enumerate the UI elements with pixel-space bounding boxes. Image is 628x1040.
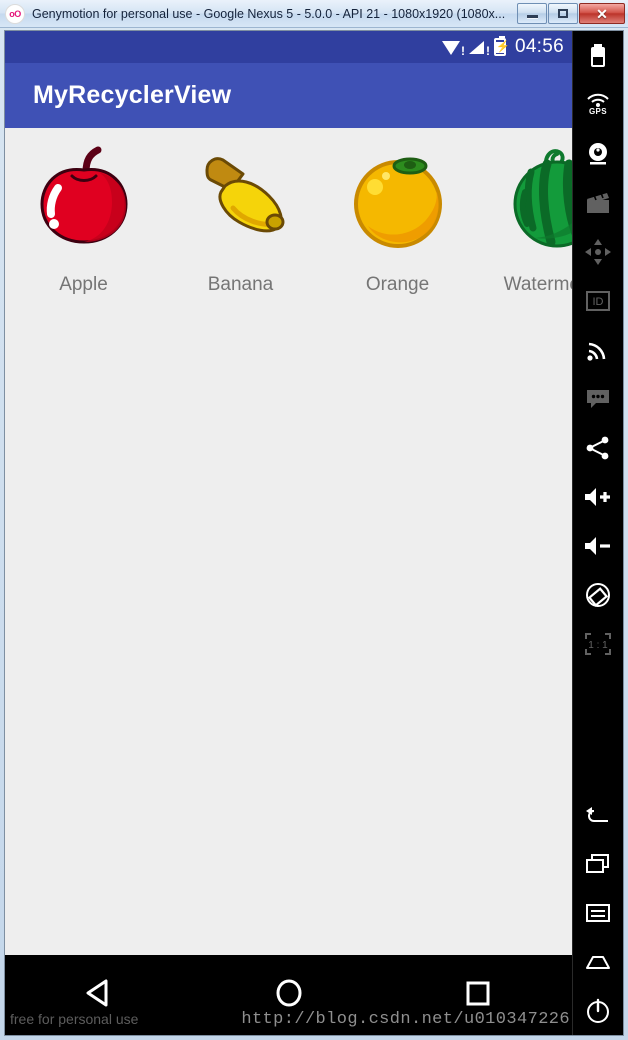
genymotion-logo-text: oO — [9, 8, 21, 19]
list-item-label: Banana — [207, 274, 274, 295]
apple-icon — [28, 142, 140, 254]
nav-back-button[interactable] — [83, 976, 117, 1015]
menu-icon — [586, 903, 610, 922]
toolbar-share-button[interactable] — [573, 423, 624, 472]
toolbar-gps-button[interactable]: GPS — [573, 80, 624, 129]
banana-icon — [185, 142, 297, 254]
back-icon — [586, 806, 608, 822]
list-item[interactable]: Watermelon — [476, 142, 572, 296]
toolbar-rotate-button[interactable] — [573, 570, 624, 619]
recents-icon — [466, 981, 489, 1005]
window-controls: ✕ — [516, 3, 625, 25]
network-icon — [587, 342, 606, 361]
maximize-icon — [558, 9, 568, 18]
recents-icon — [586, 853, 609, 873]
cell-signal-icon: ! — [468, 39, 490, 58]
wifi-alert-glyph: ! — [460, 43, 465, 58]
list-item-label: Orange — [365, 274, 430, 295]
video-clapper-icon — [587, 192, 609, 213]
toolbar-home-button[interactable] — [573, 937, 624, 986]
window-title: Genymotion for personal use - Google Nex… — [32, 6, 506, 21]
list-item[interactable]: Orange — [319, 142, 476, 296]
toolbar-battery-button[interactable] — [573, 31, 624, 80]
page-title: MyRecyclerView — [33, 81, 232, 109]
recycler-view[interactable]: Apple Banana Orange Waterm — [5, 128, 572, 923]
list-item-label: Apple — [59, 274, 108, 295]
wifi-icon: ! — [441, 39, 465, 58]
toolbar-power-button[interactable] — [573, 986, 624, 1035]
dpad-icon — [585, 238, 611, 265]
battery-charging-icon: ⚡ — [493, 36, 510, 56]
sms-icon — [587, 389, 609, 408]
maximize-button[interactable] — [548, 3, 578, 24]
device-screen[interactable]: ! ! ⚡ 04:56 MyRecyclerView Apple Banana … — [5, 31, 572, 1035]
webcam-icon — [589, 142, 607, 164]
toolbar-video-button[interactable] — [573, 178, 624, 227]
scale-one-to-one-icon: 1 : 1 — [585, 632, 611, 655]
watermark-url-text: http://blog.csdn.net/u010347226 — [241, 1010, 570, 1029]
toolbar-recents-button[interactable] — [573, 839, 624, 888]
list-item[interactable]: Apple — [5, 142, 162, 296]
list-item-label: Watermelon — [503, 274, 572, 295]
app-bar: MyRecyclerView — [5, 63, 572, 128]
toolbar-dpad-button[interactable] — [573, 227, 624, 276]
close-icon: ✕ — [596, 5, 608, 22]
toolbar-volume-up-button[interactable] — [573, 472, 624, 521]
battery-icon — [591, 43, 605, 67]
home-icon — [276, 979, 301, 1006]
watermelon-icon — [499, 142, 572, 254]
list-item[interactable]: Banana — [162, 142, 319, 296]
gps-icon: GPS — [586, 93, 610, 116]
toolbar-identifiers-button[interactable]: ID — [573, 276, 624, 325]
toolbar-volume-down-button[interactable] — [573, 521, 624, 570]
back-icon — [86, 979, 107, 1006]
share-icon — [586, 436, 609, 459]
svg-text:ID: ID — [593, 296, 604, 308]
toolbar-back-button[interactable] — [573, 790, 624, 839]
status-icons: ! ! ⚡ — [441, 36, 510, 58]
window-titlebar[interactable]: oO Genymotion for personal use - Google … — [0, 0, 628, 28]
minimize-button[interactable] — [517, 3, 547, 24]
power-icon — [587, 998, 609, 1023]
genymotion-logo-icon: oO — [5, 3, 25, 24]
identifiers-icon: ID — [586, 290, 610, 311]
volume-up-icon — [585, 487, 610, 506]
android-status-bar: ! ! ⚡ 04:56 — [5, 31, 572, 63]
home-icon — [586, 955, 610, 969]
rotate-screen-icon — [586, 582, 610, 607]
signal-alert-glyph: ! — [485, 43, 490, 58]
toolbar-network-button[interactable] — [573, 325, 624, 374]
svg-text:1 : 1: 1 : 1 — [588, 640, 608, 651]
toolbar-camera-button[interactable] — [573, 129, 624, 178]
gps-label: GPS — [588, 107, 608, 116]
watermark-free-text: free for personal use — [10, 1011, 139, 1027]
toolbar-scale-button[interactable]: 1 : 1 — [573, 619, 624, 668]
minimize-icon — [526, 15, 538, 18]
nav-recents-button[interactable] — [461, 976, 495, 1015]
volume-down-icon — [585, 536, 610, 555]
orange-icon — [342, 142, 454, 254]
genymotion-toolbar: GPS ID 1: 1 — [572, 31, 623, 1035]
toolbar-sms-button[interactable] — [573, 374, 624, 423]
toolbar-menu-button[interactable] — [573, 888, 624, 937]
close-button[interactable]: ✕ — [579, 3, 625, 24]
genymotion-window: oO Genymotion for personal use - Google … — [0, 0, 628, 1040]
device-frame: ! ! ⚡ 04:56 MyRecyclerView Apple Banana … — [4, 30, 624, 1036]
nav-home-button[interactable] — [272, 976, 306, 1015]
status-bar-clock: 04:56 — [514, 36, 564, 57]
